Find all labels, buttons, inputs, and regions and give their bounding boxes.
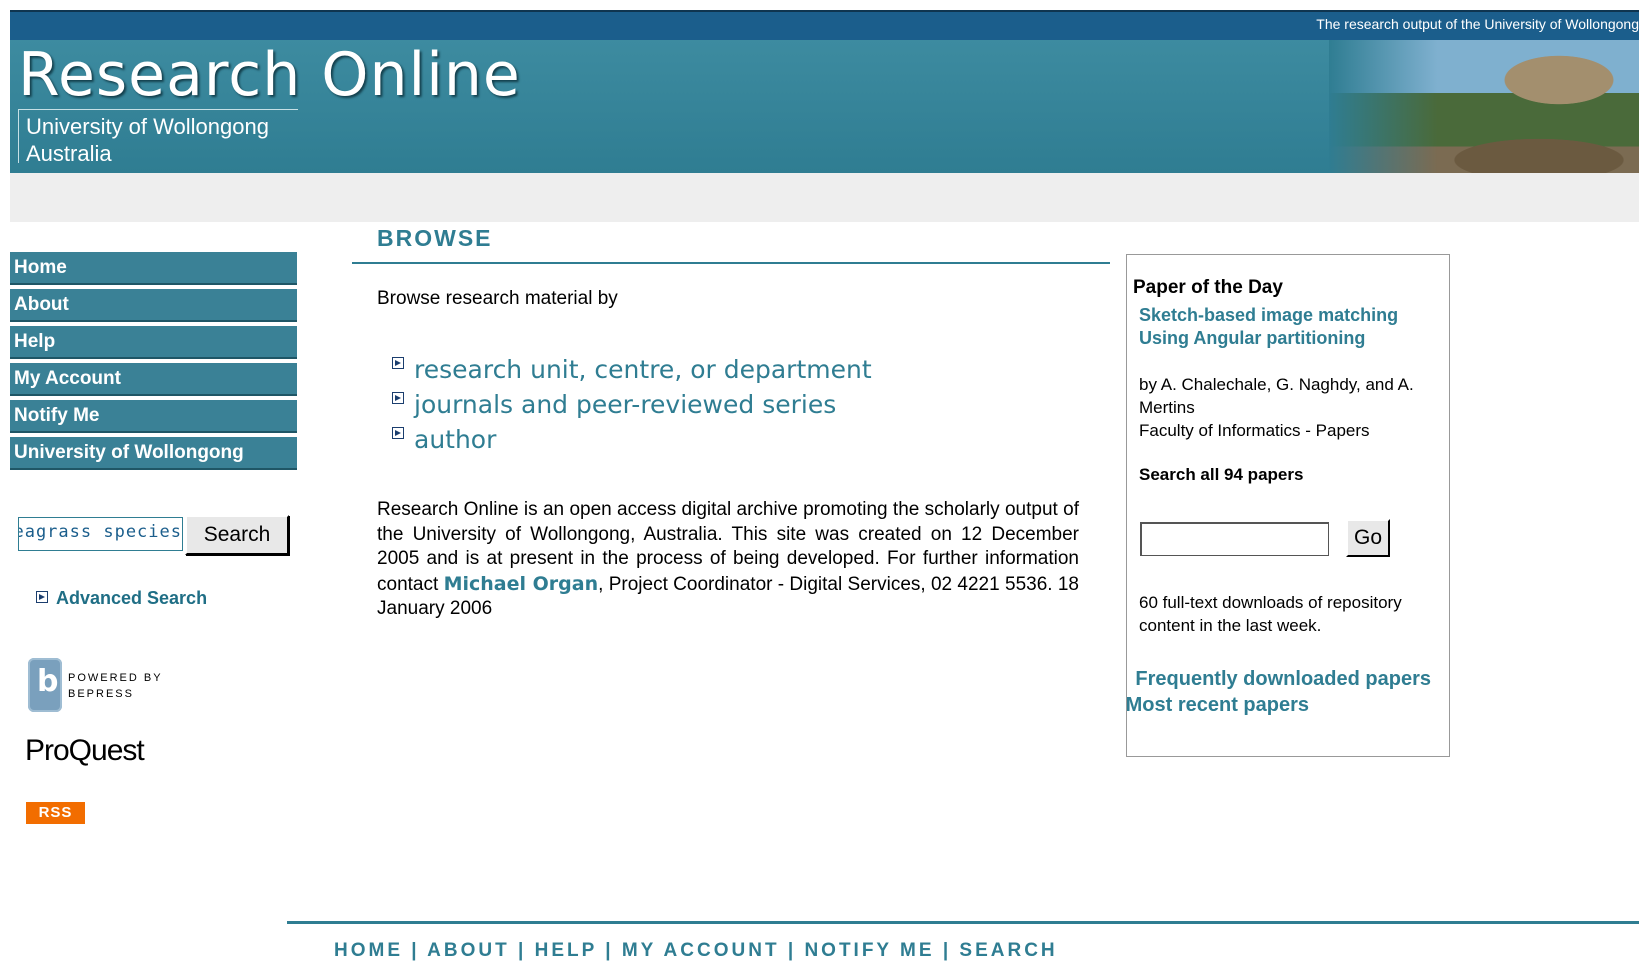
browse-by-author-link[interactable]: author: [392, 425, 496, 454]
bepress-b-icon: b: [28, 658, 62, 712]
bepress-name: BEPRESS: [68, 688, 134, 700]
footer-separator: |: [596, 940, 622, 961]
university-name: University of Wollongong: [26, 114, 269, 139]
nav-help[interactable]: Help: [10, 326, 297, 359]
bepress-logo[interactable]: b POWERED BY BEPRESS: [28, 658, 178, 714]
advanced-search-link[interactable]: Advanced Search: [36, 588, 207, 609]
footer-search-link[interactable]: SEARCH: [959, 940, 1057, 961]
nav-university-of-wollongong[interactable]: University of Wollongong: [10, 437, 297, 470]
top-bar: The research output of the University of…: [10, 10, 1639, 40]
footer-help-link[interactable]: HELP: [535, 940, 597, 961]
nav-notify-me[interactable]: Notify Me: [10, 400, 297, 433]
footer-separator: |: [403, 940, 428, 961]
paper-authors: by A. Chalechale, G. Naghdy, and A. Mert…: [1139, 375, 1414, 417]
title-divider: [352, 262, 1110, 264]
page-title: BROWSE: [377, 225, 493, 251]
search-input[interactable]: seagrass species: [18, 517, 183, 551]
footer-about-link[interactable]: ABOUT: [427, 940, 510, 961]
arrow-box-icon: [392, 427, 404, 439]
search-button[interactable]: Search: [185, 515, 289, 555]
nav-my-account[interactable]: My Account: [10, 363, 297, 396]
site-tagline: The research output of the University of…: [1316, 16, 1639, 32]
paper-title-link[interactable]: Sketch-based image matching Using Angula…: [1139, 304, 1439, 350]
footer-separator: |: [934, 940, 960, 961]
footer-separator: |: [509, 940, 535, 961]
paper-of-the-day-panel: Paper of the Day Sketch-based image matc…: [1126, 254, 1450, 757]
contact-link[interactable]: Michael Organ: [444, 573, 599, 595]
arrow-box-icon: [392, 392, 404, 404]
bepress-letter: b: [37, 664, 59, 699]
browse-by-unit-link[interactable]: research unit, centre, or department: [392, 355, 872, 384]
footer-notify-me-link[interactable]: NOTIFY ME: [804, 940, 934, 961]
arrow-box-icon: [36, 591, 48, 603]
go-button[interactable]: Go: [1346, 519, 1390, 557]
nav-home[interactable]: Home: [10, 252, 297, 285]
paper-of-the-day-heading: Paper of the Day: [1133, 277, 1283, 298]
most-recent-link[interactable]: Most recent papers: [1127, 694, 1309, 717]
browse-link-label: journals and peer-reviewed series: [414, 390, 837, 419]
paper-details: by A. Chalechale, G. Naghdy, and A. Mert…: [1139, 373, 1439, 442]
bepress-powered-by: POWERED BY: [68, 672, 163, 684]
footer-divider: [287, 921, 1639, 924]
banner-divider: [18, 109, 298, 110]
footer-separator: |: [779, 940, 805, 961]
search-all-label: Search all 94 papers: [1139, 465, 1304, 484]
banner-divider-vertical: [18, 109, 19, 163]
browse-intro: Browse research material by: [377, 288, 618, 309]
frequently-downloaded-link[interactable]: Frequently downloaded papers: [1135, 668, 1431, 691]
browse-by-journal-link[interactable]: journals and peer-reviewed series: [392, 390, 836, 419]
site-banner: Research Online University of Wollongong…: [10, 40, 1639, 173]
browse-link-label: author: [414, 425, 497, 454]
nav-about[interactable]: About: [10, 289, 297, 322]
site-description: Research Online is an open access digita…: [377, 498, 1079, 622]
footer-my-account-link[interactable]: MY ACCOUNT: [622, 940, 780, 961]
proquest-logo[interactable]: ProQuest: [25, 734, 145, 768]
browse-link-label: research unit, centre, or department: [414, 355, 872, 384]
site-title[interactable]: Research Online: [18, 40, 521, 110]
arrow-box-icon: [392, 357, 404, 369]
paper-series: Faculty of Informatics - Papers: [1139, 421, 1370, 440]
campus-photo: [1329, 40, 1639, 173]
footer-nav: HOME | ABOUT | HELP | MY ACCOUNT | NOTIF…: [334, 940, 1058, 962]
country-name: Australia: [26, 141, 112, 166]
rss-badge[interactable]: RSS: [26, 802, 85, 824]
advanced-search-label: Advanced Search: [56, 588, 208, 608]
downloads-count: 60 full-text downloads of repository con…: [1139, 593, 1402, 635]
header-gray-bar: [10, 173, 1639, 222]
paper-search-input[interactable]: [1140, 522, 1329, 556]
footer-home-link[interactable]: HOME: [334, 940, 403, 961]
